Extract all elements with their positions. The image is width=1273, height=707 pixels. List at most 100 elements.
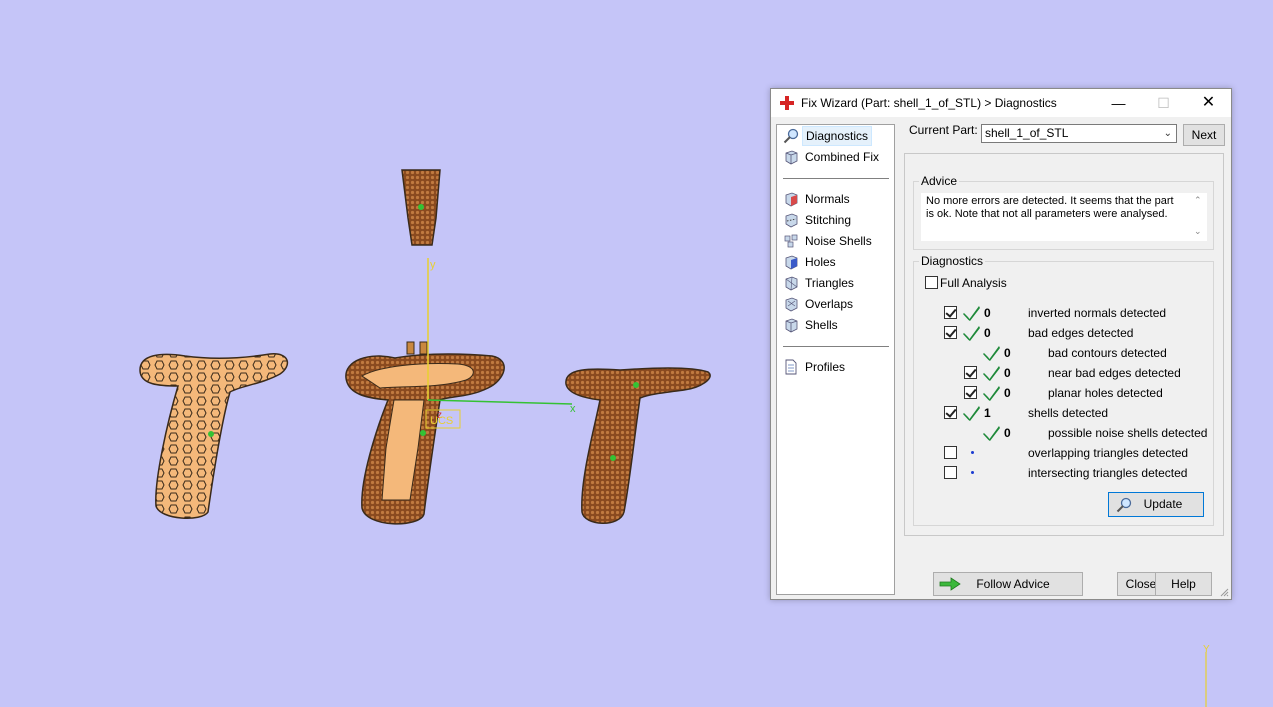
nav-item-overlaps[interactable]: Overlaps — [781, 294, 889, 314]
nav-label: Triangles — [805, 276, 854, 290]
diagnostic-label: shells detected — [1028, 406, 1109, 420]
diagnostic-checkbox[interactable] — [944, 326, 957, 339]
status-dot-icon — [971, 451, 974, 454]
nav-item-combined-fix[interactable]: Combined Fix — [781, 147, 889, 167]
diagnostic-count: 0 — [1004, 426, 1011, 440]
fix-wizard-dialog: Fix Wizard (Part: shell_1_of_STL) > Diag… — [770, 88, 1232, 600]
diagnostic-count: 0 — [1004, 386, 1011, 400]
part-t-honeycomb[interactable] — [139, 353, 289, 519]
advice-scrollbar[interactable]: ⌃ ⌄ — [1191, 193, 1207, 241]
maximize-button[interactable]: ☐ — [1141, 89, 1186, 117]
cube-noise-icon — [784, 234, 798, 248]
diagnostic-checkbox[interactable] — [944, 446, 957, 459]
nav-label: Normals — [805, 192, 850, 206]
nav-item-normals[interactable]: Normals — [781, 189, 889, 209]
nav-item-triangles[interactable]: Triangles — [781, 273, 889, 293]
green-check-icon — [983, 366, 1000, 381]
advice-title: Advice — [921, 174, 958, 188]
green-check-icon — [983, 346, 1000, 361]
nav-label: Diagnostics — [802, 126, 873, 146]
axis-y-label: y — [430, 259, 436, 271]
nav-item-noise-shells[interactable]: Noise Shells — [781, 231, 889, 251]
corner-axis: Y — [1203, 644, 1210, 707]
document-icon — [785, 359, 797, 375]
diagnostic-checkbox[interactable] — [944, 406, 957, 419]
follow-advice-label: Follow Advice — [976, 577, 1050, 591]
magnifier-icon — [783, 128, 799, 144]
diagnostic-checkbox[interactable] — [964, 386, 977, 399]
diagnostic-checkbox[interactable] — [944, 466, 957, 479]
diagnostics-title: Diagnostics — [921, 254, 984, 268]
part-t-dotted[interactable] — [565, 367, 711, 524]
diagnostic-label: intersecting triangles detected — [1028, 466, 1188, 480]
scroll-up-icon[interactable]: ⌃ — [1194, 194, 1202, 207]
diagnostic-label: inverted normals detected — [1028, 306, 1167, 320]
nav-label: Holes — [805, 255, 836, 269]
axis-x-label: x — [570, 403, 576, 415]
full-analysis-checkbox[interactable] — [925, 276, 938, 289]
nav-separator — [783, 346, 889, 347]
diagnostic-count: 0 — [1004, 366, 1011, 380]
nav-item-holes[interactable]: Holes — [781, 252, 889, 272]
full-analysis-label: Full Analysis — [940, 276, 1007, 290]
nav-label: Stitching — [805, 213, 852, 227]
diagnostic-count: 0 — [1004, 346, 1011, 360]
next-button[interactable]: Next — [1183, 124, 1225, 146]
diagnostic-label: possible noise shells detected — [1048, 426, 1208, 440]
minimize-button[interactable]: — — [1096, 89, 1141, 117]
arrow-right-icon — [939, 577, 961, 591]
advice-textbox[interactable]: No more errors are detected. It seems th… — [921, 193, 1207, 241]
cube-blue-icon — [785, 255, 798, 270]
current-part-value: shell_1_of_STL — [985, 126, 1069, 140]
green-check-icon — [963, 326, 980, 341]
corner-axis-label: Y — [1203, 644, 1210, 655]
green-check-icon — [963, 306, 980, 321]
diagnostic-count: 1 — [984, 406, 991, 420]
cube-icon — [785, 150, 798, 165]
ucs-label: UCS — [430, 415, 453, 427]
nav-item-profiles[interactable]: Profiles — [781, 357, 889, 377]
magnifier-icon — [1116, 497, 1132, 513]
nav-separator — [783, 178, 889, 179]
diagnostic-count: 0 — [984, 306, 991, 320]
diagnostic-label: overlapping triangles detected — [1028, 446, 1189, 460]
close-window-button[interactable]: ✕ — [1186, 89, 1231, 117]
diagnostic-label: planar holes detected — [1048, 386, 1163, 400]
diagnostic-count: 0 — [984, 326, 991, 340]
update-button[interactable]: Update — [1108, 492, 1204, 517]
nav-item-stitching[interactable]: Stitching — [781, 210, 889, 230]
follow-advice-button[interactable]: Follow Advice — [933, 572, 1083, 596]
cube-shells-icon — [785, 318, 798, 333]
resize-grip-icon[interactable] — [1219, 587, 1229, 597]
cube-red-icon — [785, 192, 798, 207]
cube-stitch-icon — [785, 213, 798, 228]
green-check-icon — [983, 426, 1000, 441]
app-cross-icon — [780, 96, 794, 110]
window-title: Fix Wizard (Part: shell_1_of_STL) > Diag… — [801, 96, 1057, 110]
diagnostic-label: near bad edges detected — [1048, 366, 1181, 380]
green-check-icon — [983, 386, 1000, 401]
nav-item-diagnostics[interactable]: Diagnostics — [781, 126, 889, 146]
help-button[interactable]: Help — [1155, 572, 1212, 596]
axis-gizmo: y x z UCS — [420, 258, 576, 436]
scroll-down-icon[interactable]: ⌄ — [1194, 225, 1202, 238]
green-check-icon — [963, 406, 980, 421]
advice-text: No more errors are detected. It seems th… — [926, 195, 1174, 220]
title-bar[interactable]: Fix Wizard (Part: shell_1_of_STL) > Diag… — [771, 89, 1231, 117]
update-label: Update — [1143, 497, 1183, 511]
nav-label: Overlaps — [805, 297, 854, 311]
nav-label: Profiles — [805, 360, 846, 374]
nav-item-shells[interactable]: Shells — [781, 315, 889, 335]
nav-label: Shells — [805, 318, 838, 332]
wizard-nav: Diagnostics Combined Fix Normals Stitchi… — [776, 124, 895, 595]
diagnostic-label: bad contours detected — [1048, 346, 1167, 360]
diagnostic-checkbox[interactable] — [944, 306, 957, 319]
part-pin[interactable] — [401, 169, 441, 246]
cube-overlap-icon — [785, 297, 798, 312]
diagnostic-checkbox[interactable] — [964, 366, 977, 379]
diagnostic-label: bad edges detected — [1028, 326, 1134, 340]
nav-label: Noise Shells — [805, 234, 872, 248]
current-part-select[interactable]: shell_1_of_STL ⌄ — [981, 124, 1177, 143]
cube-triangle-icon — [785, 276, 798, 291]
current-part-label: Current Part: — [909, 123, 978, 137]
